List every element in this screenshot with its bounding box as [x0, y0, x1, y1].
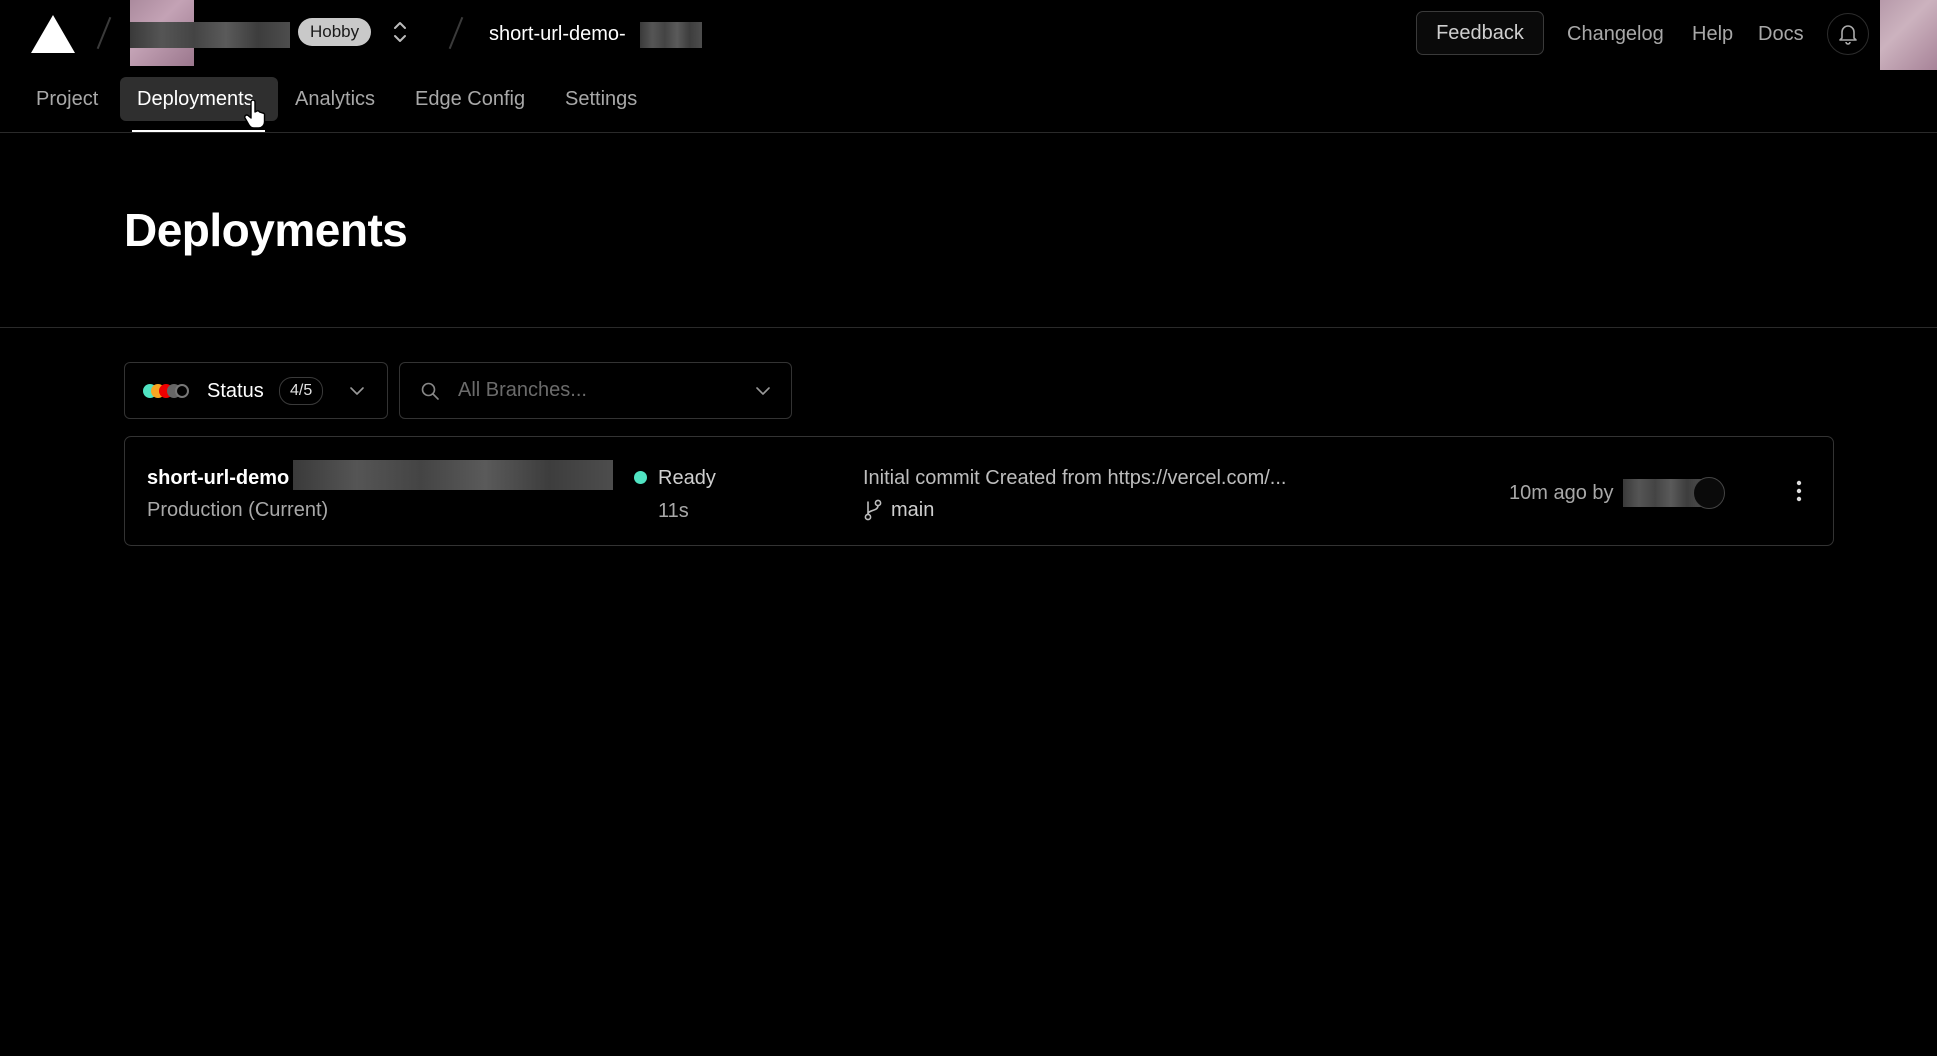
deployment-row[interactable]: short-url-demo Production (Current) Read…: [124, 436, 1834, 546]
status-color-dots: [143, 384, 193, 398]
chevron-down-icon[interactable]: [755, 383, 771, 399]
notifications-button[interactable]: [1827, 13, 1869, 55]
author-name-redacted: [1623, 479, 1703, 507]
deployment-time: 10m ago by: [1509, 482, 1614, 504]
author-avatar[interactable]: [1693, 477, 1725, 509]
nav-divider: [0, 132, 1937, 133]
deployment-status: Ready: [658, 467, 716, 489]
status-dot-canceled: [175, 384, 189, 398]
feedback-button[interactable]: Feedback: [1416, 11, 1544, 55]
branch-name[interactable]: main: [891, 497, 934, 523]
more-vertical-icon[interactable]: [1789, 475, 1809, 507]
help-link[interactable]: Help: [1692, 20, 1733, 48]
section-divider: [0, 327, 1937, 328]
vercel-logo-icon[interactable]: [31, 15, 75, 53]
breadcrumb-separator: [96, 16, 112, 50]
tab-deployments[interactable]: Deployments: [137, 86, 254, 112]
tab-analytics[interactable]: Analytics: [295, 86, 375, 112]
deployment-duration: 11s: [658, 500, 689, 522]
plan-badge: Hobby: [298, 18, 372, 46]
team-name-redacted[interactable]: [130, 22, 290, 48]
commit-message[interactable]: Initial commit Created from https://verc…: [863, 465, 1286, 491]
chevron-up-down-icon[interactable]: [390, 18, 410, 46]
page-title: Deployments: [124, 204, 408, 256]
project-name-redacted: [640, 22, 702, 48]
user-avatar[interactable]: [1880, 0, 1937, 70]
tab-edge-config[interactable]: Edge Config: [415, 86, 525, 112]
deployment-name[interactable]: short-url-demo: [147, 465, 289, 491]
tab-settings[interactable]: Settings: [565, 86, 637, 112]
project-name[interactable]: short-url-demo-: [489, 20, 626, 48]
status-filter-label: Status: [207, 380, 264, 402]
tab-project[interactable]: Project: [36, 86, 98, 112]
breadcrumb-separator: [448, 16, 464, 50]
search-icon: [421, 382, 439, 400]
deployment-url-redacted: [293, 460, 613, 490]
status-filter-button[interactable]: Status 4/5: [124, 362, 388, 419]
changelog-link[interactable]: Changelog: [1567, 20, 1664, 48]
git-branch-icon: [864, 499, 882, 521]
docs-link[interactable]: Docs: [1758, 20, 1804, 48]
branch-search-input[interactable]: [458, 373, 748, 407]
bell-icon: [1839, 25, 1857, 45]
deployment-environment: Production (Current): [147, 499, 329, 521]
chevron-down-icon: [350, 387, 364, 395]
status-indicator-dot: [634, 471, 647, 484]
status-filter-count: 4/5: [279, 377, 324, 405]
branch-filter[interactable]: [399, 362, 792, 419]
hand-cursor-icon: [244, 100, 266, 129]
